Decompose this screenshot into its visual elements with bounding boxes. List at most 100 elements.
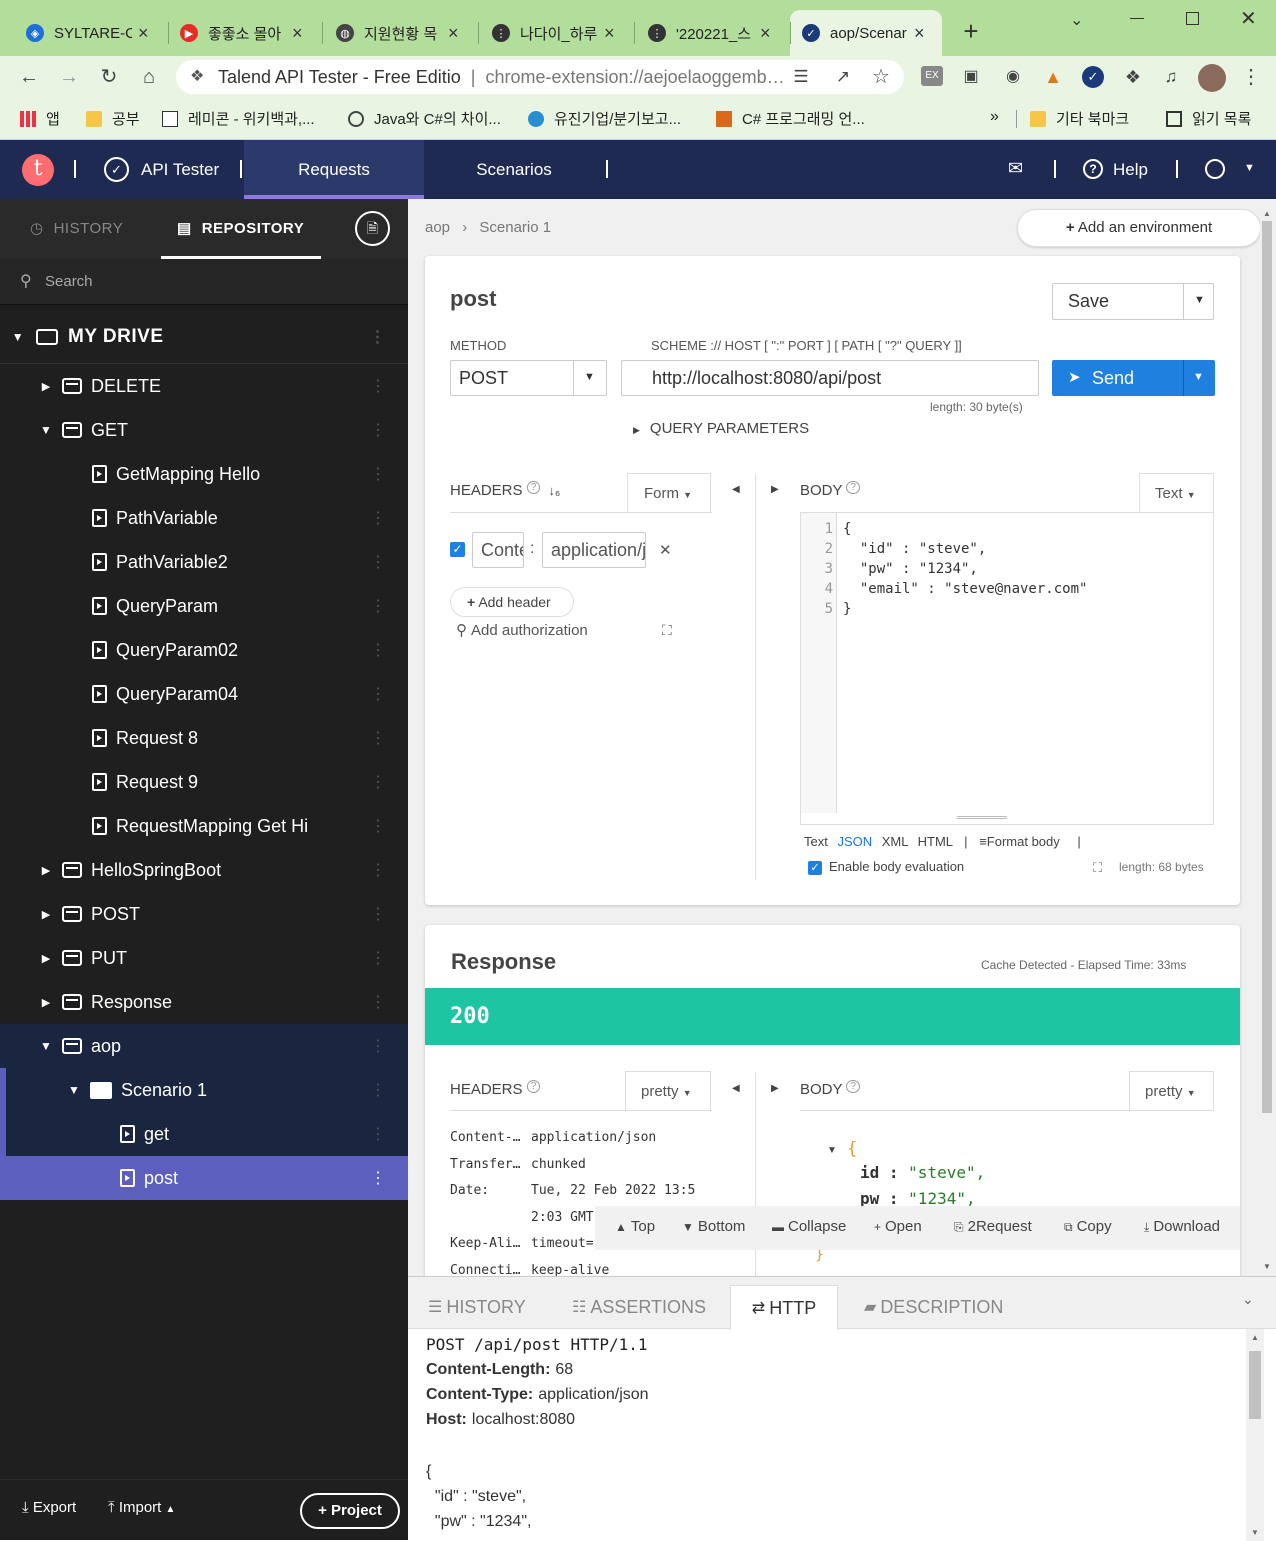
window-close-button[interactable]: ✕ [1240,6,1257,31]
project-button[interactable]: + Project [300,1493,400,1529]
sidebar-search[interactable]: ⚲ Search [0,259,408,305]
tree-item-request-9[interactable]: Request 9 ⋮ [0,760,408,804]
more-icon[interactable]: ⋮ [370,816,386,836]
more-icon[interactable]: ⋮ [370,376,386,396]
my-drive-row[interactable]: ▼ MY DRIVE ⋮ [0,311,408,363]
response-toolbar-collapse-button[interactable]: ▬ Collapse [772,1218,846,1235]
tree-item-queryparam[interactable]: QueryParam ⋮ [0,584,408,628]
format-json[interactable]: JSON [837,834,872,849]
trash-icon[interactable]: ⛶ [662,622,672,639]
browser-tab[interactable]: ✓ aop/Scenar × [790,10,942,56]
tree-item-response[interactable]: ▶ Response ⋮ [0,980,408,1024]
more-icon[interactable]: ⋮ [370,860,386,880]
tree-item-queryparam04[interactable]: QueryParam04 ⋮ [0,672,408,716]
chevron-right-icon[interactable]: ▶ [38,380,54,393]
chevron-down-icon[interactable]: ▼ [38,423,54,437]
tree-item-post[interactable]: post ⋮ [0,1156,408,1200]
add-environment-button[interactable]: + Add an environment [1017,209,1261,247]
more-icon[interactable]: ⋮ [370,992,386,1012]
chevron-down-icon[interactable]: ▼ [1193,371,1204,383]
tree-item-pathvariable2[interactable]: PathVariable2 ⋮ [0,540,408,584]
more-icon[interactable]: ⋮ [370,640,386,660]
remove-header-icon[interactable]: ✕ [659,541,672,559]
cast-icon[interactable]: ▣ [958,64,984,90]
format-text[interactable]: Text [804,834,828,849]
url-input[interactable]: http://localhost:8080/api/post [621,360,1039,396]
import-button[interactable]: ⤒ Import ▲ [108,1499,175,1516]
browser-tab[interactable]: ◍ 지원현황 목 × [324,10,478,56]
bookmark-item[interactable]: C# 프로그래밍 언... [716,108,865,129]
tree-item-getmapping-hello[interactable]: GetMapping Hello ⋮ [0,452,408,496]
more-icon[interactable]: ⋮ [370,1168,386,1188]
response-body-mode[interactable]: pretty ▼ [1129,1071,1214,1110]
breadcrumb-scenario[interactable]: Scenario 1 [479,219,551,236]
share-icon[interactable]: ↗ [830,64,856,90]
help-icon[interactable]: ? [526,1080,541,1093]
bottom-tab-http[interactable]: ⇄ HTTP [730,1285,838,1330]
scrollbar-thumb[interactable] [1249,1351,1261,1419]
chevron-down-icon[interactable]: ▼ [1194,294,1205,306]
reload-icon[interactable]: ↻ [96,64,122,90]
help-icon[interactable]: ? [846,481,860,494]
more-icon[interactable]: ⋮ [370,552,386,572]
chevron-right-icon[interactable]: ▶ [38,908,54,921]
new-file-button[interactable]: 🗎 [355,211,390,246]
help-icon[interactable]: ? [526,481,541,494]
bookmark-item[interactable]: 유진기업/분기보고... [528,108,681,129]
chevron-down-icon[interactable]: ▼ [38,1039,54,1053]
extensions-puzzle-icon[interactable]: ❖ [1120,64,1146,90]
header-enabled-checkbox[interactable]: ✓ [450,542,465,557]
tree-item-hellospringboot[interactable]: ▶ HelloSpringBoot ⋮ [0,848,408,892]
response-headers-mode[interactable]: pretty ▼ [625,1071,711,1110]
bookmarks-more-button[interactable]: » [990,108,999,126]
more-icon[interactable]: ⋮ [370,596,386,616]
bookmark-item[interactable]: Java와 C#의 차이... [348,108,501,129]
more-icon[interactable]: ⋮ [370,772,386,792]
tree-item-delete[interactable]: ▶ DELETE ⋮ [0,364,408,408]
tree-item-queryparam02[interactable]: QueryParam02 ⋮ [0,628,408,672]
expand-right-icon[interactable]: ▶ [771,1083,779,1094]
bottom-scrollbar[interactable]: ▲ ▼ [1246,1329,1264,1541]
body-mode-select[interactable]: Text ▼ [1139,473,1214,512]
query-parameters-toggle[interactable]: ▶ QUERY PARAMETERS [633,420,809,437]
help-icon[interactable]: ? [1083,159,1103,179]
more-icon[interactable]: ⋮ [370,1124,386,1144]
tree-item-aop[interactable]: ▼ aop ⋮ [0,1024,408,1068]
response-toolbar-download-button[interactable]: ⤓ Download [1144,1218,1220,1235]
response-toolbar-open-button[interactable]: + Open [874,1218,922,1235]
bookmark-item[interactable]: 레미콘 - 위키백과,... [162,108,315,129]
user-menu-chevron-icon[interactable]: ▼ [1244,162,1255,174]
response-toolbar-top-button[interactable]: ▲ Top [615,1218,655,1235]
save-button[interactable]: Save ▼ [1052,283,1214,320]
bottom-tab-assertions[interactable]: ☷ ASSERTIONS [572,1285,706,1329]
more-icon[interactable]: ⋮ [370,728,386,748]
tree-item-post[interactable]: ▶ POST ⋮ [0,892,408,936]
collapse-panel-icon[interactable]: ⌄ [1242,1291,1254,1308]
tab-close-icon[interactable]: × [292,23,303,44]
chevron-down-icon[interactable]: ▼ [66,1083,82,1097]
format-html[interactable]: HTML [918,834,953,849]
export-button[interactable]: ⤓ Export [22,1499,76,1516]
translate-icon[interactable]: ☰ [788,64,814,90]
tree-item-pathvariable[interactable]: PathVariable ⋮ [0,496,408,540]
format-body-button[interactable]: Format body [987,834,1060,849]
window-minimize-button[interactable] [1130,18,1144,19]
user-icon[interactable] [1205,159,1225,179]
more-icon[interactable]: ⋮ [370,684,386,704]
bookmark-item[interactable]: 앱 [20,108,60,129]
forward-arrow-icon[interactable]: → [56,64,82,90]
help-link[interactable]: Help [1113,160,1148,180]
window-minimize-icon[interactable]: ⌄ [1070,10,1083,30]
sort-icon[interactable]: ↓₆ [548,483,560,498]
response-toolbar-copy-button[interactable]: ⧉ Copy [1064,1218,1112,1235]
tree-item-request-8[interactable]: Request 8 ⋮ [0,716,408,760]
enable-evaluation-checkbox[interactable]: ✓ [808,861,822,875]
tab-close-icon[interactable]: × [448,23,459,44]
nav-requests[interactable]: Requests [244,140,424,199]
feedback-icon[interactable]: ✉ [1008,158,1023,179]
tab-close-icon[interactable]: × [604,23,615,44]
tab-repository[interactable]: ▤ REPOSITORY [161,199,321,259]
send-button[interactable]: ➤ Send ▼ [1052,360,1215,396]
bottom-tab-description[interactable]: ▰ DESCRIPTION [864,1285,1003,1329]
breadcrumb-aop[interactable]: aop [425,219,450,236]
